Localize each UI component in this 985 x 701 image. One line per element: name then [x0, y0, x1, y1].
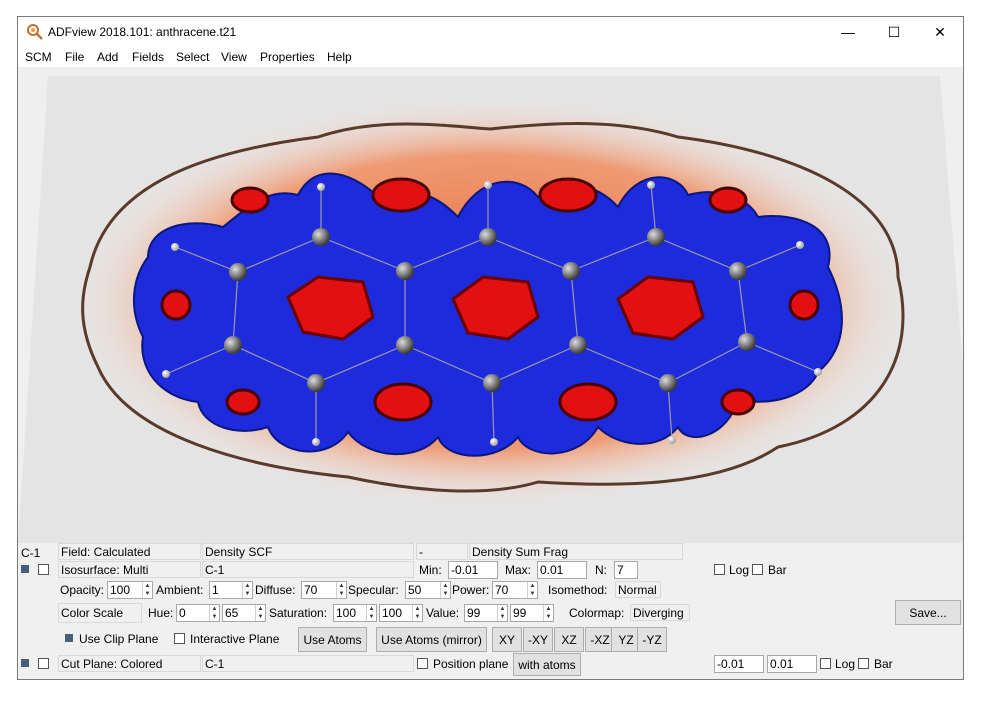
value-min-spinner[interactable]: 99 ▲ ▼ [464, 604, 508, 622]
view-xz-button[interactable]: XZ [554, 627, 584, 652]
n-input[interactable]: 7 [614, 561, 638, 579]
value-max-spinner[interactable]: 99 ▲ ▼ [510, 604, 554, 622]
menu-add[interactable]: Add [97, 50, 118, 64]
positive-lobe [708, 186, 748, 214]
cut-bar-label: Bar [874, 657, 893, 671]
menu-fields[interactable]: Fields [132, 50, 164, 64]
log-label: Log [729, 563, 750, 577]
menu-select[interactable]: Select [176, 50, 209, 64]
colormap-label: Colormap: [569, 606, 625, 620]
menu-bar: SCM File Add Fields Select View Properti… [18, 47, 963, 67]
positive-lobe [230, 186, 270, 214]
menu-help[interactable]: Help [327, 50, 352, 64]
hue-min-spinner[interactable]: 0 ▲ ▼ [176, 604, 220, 622]
bar-checkbox[interactable] [752, 564, 763, 575]
isomethod-label: Isomethod: [548, 583, 608, 597]
view-minus-yz-button[interactable]: -YZ [637, 627, 667, 652]
cut-min-input[interactable]: -0.01 [714, 655, 764, 673]
diffuse-spinner[interactable]: 70 ▲ ▼ [301, 581, 347, 599]
cut-bar-checkbox[interactable] [858, 658, 869, 669]
isosurface-checkbox[interactable] [38, 564, 49, 575]
view-minus-xy-button[interactable]: -XY [523, 627, 553, 652]
maximize-button[interactable]: ☐ [871, 17, 917, 47]
hue-label: Hue: [148, 606, 174, 620]
value-label: Value: [426, 606, 460, 620]
positive-lobe [558, 382, 618, 422]
cut-max-input[interactable]: 0.01 [767, 655, 817, 673]
title-bar: ADFview 2018.101: anthracene.t21 — ☐ ✕ [18, 17, 963, 47]
cut-plane-type[interactable]: Cut Plane: Colored [58, 655, 201, 672]
menu-file[interactable]: File [65, 50, 84, 64]
field-second[interactable]: Density Sum Frag [469, 543, 683, 560]
window-title: ADFview 2018.101: anthracene.t21 [48, 25, 237, 39]
interactive-plane-checkbox[interactable] [174, 633, 185, 644]
positive-lobe [371, 177, 431, 213]
app-window: ADFview 2018.101: anthracene.t21 — ☐ ✕ S… [17, 16, 964, 680]
view-xy-button[interactable]: XY [492, 627, 522, 652]
saturation-label: Saturation: [269, 606, 328, 620]
power-spinner[interactable]: 70 ▲ ▼ [492, 581, 538, 599]
isosurface-type[interactable]: Isosurface: Multi [58, 561, 201, 578]
cut-plane-checkbox[interactable] [38, 658, 49, 669]
use-clip-plane-label: Use Clip Plane [79, 632, 159, 646]
saturation-min-spinner[interactable]: 100 ▲ ▼ [333, 604, 377, 622]
specular-label: Specular: [348, 583, 399, 597]
cut-log-label: Log [835, 657, 856, 671]
opacity-spinner[interactable]: 100 ▲ ▼ [107, 581, 153, 599]
log-checkbox[interactable] [714, 564, 725, 575]
colormap-select[interactable]: Diverging [630, 604, 690, 621]
menu-properties[interactable]: Properties [260, 50, 315, 64]
color-scale-select[interactable]: Color Scale [58, 603, 142, 623]
positive-lobe [225, 388, 261, 416]
with-atoms-button[interactable]: with atoms [513, 653, 581, 676]
positive-lobe [373, 382, 433, 422]
cut-plane-visibility-toggle[interactable] [21, 659, 29, 667]
use-atoms-mirror-button[interactable]: Use Atoms (mirror) [376, 627, 487, 652]
isomethod-select[interactable]: Normal [615, 581, 661, 598]
positive-lobe [160, 289, 192, 321]
diffuse-label: Diffuse: [255, 583, 296, 597]
power-label: Power: [452, 583, 490, 597]
molecule-render[interactable] [18, 67, 963, 543]
isosurface-visibility-toggle[interactable] [21, 565, 29, 573]
menu-scm[interactable]: SCM [25, 50, 52, 64]
hue-max-spinner[interactable]: 65 ▲ ▼ [222, 604, 266, 622]
3d-viewport[interactable] [18, 67, 963, 543]
positive-lobe [788, 289, 820, 321]
adfview-app-icon [27, 24, 43, 40]
save-button[interactable]: Save... [895, 600, 961, 625]
max-input[interactable]: 0.01 [537, 561, 587, 579]
close-button[interactable]: ✕ [917, 17, 963, 47]
min-label: Min: [419, 563, 442, 577]
ambient-spinner[interactable]: 1 ▲ ▼ [209, 581, 253, 599]
bar-label: Bar [768, 563, 787, 577]
opacity-label: Opacity: [60, 583, 105, 597]
n-label: N: [595, 563, 607, 577]
minimize-button[interactable]: — [825, 17, 871, 47]
position-plane-checkbox[interactable] [417, 658, 428, 669]
saturation-max-spinner[interactable]: 100 ▲ ▼ [379, 604, 423, 622]
field-operator[interactable]: - [416, 543, 468, 560]
field-type[interactable]: Field: Calculated [58, 543, 201, 560]
min-input[interactable]: -0.01 [448, 561, 498, 579]
interactive-plane-label: Interactive Plane [190, 632, 280, 646]
isosurface-source[interactable]: C-1 [202, 561, 414, 578]
max-label: Max: [505, 563, 532, 577]
controls-panel: C-1 Field: Calculated Density SCF - Dens… [18, 543, 963, 679]
position-plane-label: Position plane [433, 657, 509, 671]
use-atoms-button[interactable]: Use Atoms [298, 627, 367, 652]
positive-lobe [720, 388, 756, 416]
field-name[interactable]: Density SCF [202, 543, 414, 560]
positive-lobe [538, 177, 598, 213]
ambient-label: Ambient: [156, 583, 204, 597]
specular-spinner[interactable]: 50 ▲ ▼ [405, 581, 451, 599]
use-clip-plane-toggle[interactable] [65, 634, 73, 642]
atom-label: C-1 [21, 546, 41, 560]
cut-log-checkbox[interactable] [820, 658, 831, 669]
cut-plane-source[interactable]: C-1 [202, 655, 414, 672]
menu-view[interactable]: View [221, 50, 247, 64]
